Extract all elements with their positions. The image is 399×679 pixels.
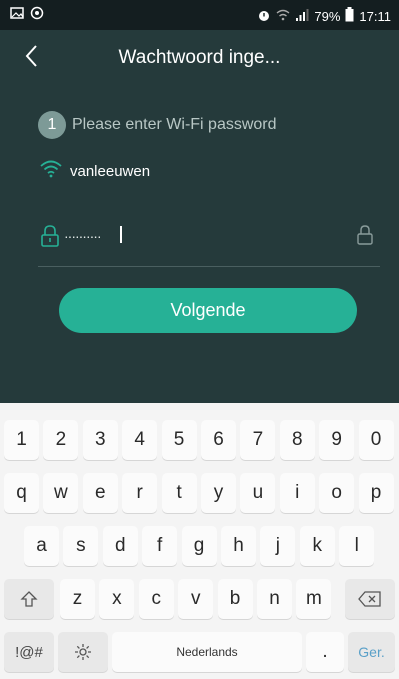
period-key[interactable]: .	[306, 632, 344, 672]
key-p[interactable]: p	[358, 473, 394, 513]
step-instruction: Please enter Wi-Fi password	[72, 116, 277, 133]
keyboard-row-qwerty: qwertyuiop	[0, 473, 399, 513]
password-field[interactable]: ··········	[38, 220, 380, 267]
wifi-icon	[40, 160, 62, 183]
key-l[interactable]: l	[339, 526, 375, 566]
key-s[interactable]: s	[63, 526, 99, 566]
alarm-icon	[257, 8, 271, 25]
key-4[interactable]: 4	[122, 420, 158, 460]
soft-keyboard: 1234567890 qwertyuiop asdfghjkl zxcvbnm …	[0, 403, 399, 679]
backspace-icon	[358, 591, 381, 607]
keyboard-row-numbers: 1234567890	[0, 420, 399, 460]
key-r[interactable]: r	[122, 473, 158, 513]
key-u[interactable]: u	[240, 473, 276, 513]
wifi-status-icon	[276, 8, 290, 25]
keyboard-row-bottom: !@# Nederlands . Ger.	[0, 632, 399, 672]
key-3[interactable]: 3	[82, 420, 118, 460]
shift-icon	[20, 591, 38, 607]
keyboard-settings-key[interactable]	[58, 632, 108, 672]
battery-percent: 79%	[314, 8, 341, 24]
backspace-key[interactable]	[345, 579, 395, 619]
password-input[interactable]: ··········	[64, 228, 102, 244]
key-i[interactable]: i	[279, 473, 315, 513]
next-button[interactable]: Volgende	[59, 288, 357, 333]
keyboard-row-asdf: asdfghjkl	[0, 526, 399, 566]
key-n[interactable]: n	[257, 579, 292, 619]
key-o[interactable]: o	[319, 473, 355, 513]
app-screen: 79% 17:11 Wachtwoord inge... 1 Please en…	[0, 0, 399, 403]
key-x[interactable]: x	[99, 579, 135, 619]
key-1[interactable]: 1	[4, 420, 39, 460]
step-indicator: 1 Please enter Wi-Fi password	[38, 111, 277, 139]
gallery-icon	[10, 6, 24, 23]
key-m[interactable]: m	[296, 579, 332, 619]
key-y[interactable]: y	[201, 473, 236, 513]
page-title: Wachtwoord inge...	[118, 47, 281, 68]
space-key[interactable]: Nederlands	[112, 632, 302, 672]
key-f[interactable]: f	[142, 526, 178, 566]
key-t[interactable]: t	[161, 473, 197, 513]
symbols-key[interactable]: !@#	[4, 632, 54, 672]
key-6[interactable]: 6	[201, 420, 236, 460]
show-password-lock-icon[interactable]	[356, 224, 374, 251]
key-z[interactable]: z	[60, 579, 95, 619]
key-q[interactable]: q	[4, 473, 39, 513]
key-5[interactable]: 5	[161, 420, 197, 460]
battery-icon	[345, 7, 354, 25]
text-cursor	[120, 226, 122, 243]
key-0[interactable]: 0	[358, 420, 394, 460]
wifi-ssid: vanleeuwen	[70, 163, 151, 180]
key-k[interactable]: k	[299, 526, 335, 566]
key-g[interactable]: g	[181, 526, 217, 566]
key-d[interactable]: d	[102, 526, 138, 566]
whatsapp-icon	[30, 6, 44, 23]
step-number: 1	[38, 111, 66, 139]
keyboard-row-zxcv: zxcvbnm	[0, 579, 399, 619]
gear-icon	[75, 644, 91, 660]
title-bar: Wachtwoord inge...	[0, 30, 399, 86]
signal-icon	[295, 8, 309, 25]
key-2[interactable]: 2	[43, 420, 79, 460]
key-a[interactable]: a	[24, 526, 59, 566]
key-b[interactable]: b	[217, 579, 253, 619]
shift-key[interactable]	[4, 579, 54, 619]
enter-key[interactable]: Ger.	[348, 632, 395, 672]
key-8[interactable]: 8	[279, 420, 315, 460]
clock-time: 17:11	[359, 8, 391, 24]
status-bar: 79% 17:11	[0, 0, 399, 30]
key-v[interactable]: v	[178, 579, 214, 619]
wifi-network: vanleeuwen	[40, 160, 150, 183]
key-h[interactable]: h	[221, 526, 256, 566]
key-j[interactable]: j	[260, 526, 296, 566]
key-e[interactable]: e	[82, 473, 118, 513]
key-7[interactable]: 7	[240, 420, 276, 460]
key-w[interactable]: w	[43, 473, 79, 513]
lock-icon	[40, 224, 60, 253]
key-9[interactable]: 9	[319, 420, 355, 460]
key-c[interactable]: c	[138, 579, 174, 619]
